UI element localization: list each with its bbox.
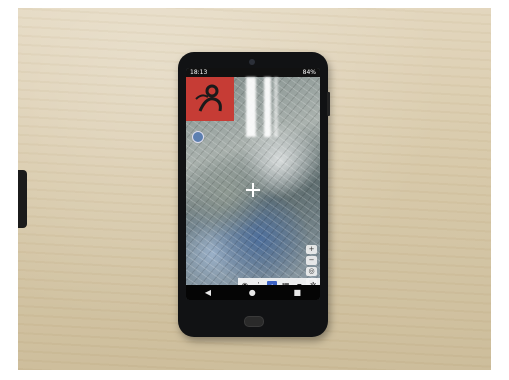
zoom-in-icon[interactable]: + xyxy=(306,245,317,254)
smartphone: 18:13 84% + − ◎ ≡ ◉ ⋮ ▴ ▦ ▪ xyxy=(178,52,330,337)
dancer-logo-icon xyxy=(195,84,222,112)
red-icon-tile xyxy=(186,77,234,121)
locate-icon[interactable]: ◎ xyxy=(306,267,317,276)
phone-side-button xyxy=(327,92,330,116)
dark-object-edge xyxy=(18,170,27,228)
screen-glare xyxy=(246,77,256,137)
status-battery: 84% xyxy=(302,69,316,76)
front-camera xyxy=(249,59,255,65)
android-nav-bar: ◀ ● ■ xyxy=(186,285,320,300)
phone-screen: 18:13 84% + − ◎ ≡ ◉ ⋮ ▴ ▦ ▪ xyxy=(186,68,320,300)
crosshair-icon xyxy=(246,183,260,197)
compass-icon[interactable] xyxy=(192,131,204,143)
photo-background: 18:13 84% + − ◎ ≡ ◉ ⋮ ▴ ▦ ▪ xyxy=(18,8,491,370)
back-button[interactable]: ◀ xyxy=(205,288,211,297)
home-nav-button[interactable]: ● xyxy=(249,288,256,297)
screen-glare xyxy=(264,77,271,137)
zoom-out-icon[interactable]: − xyxy=(306,256,317,265)
screen-glare xyxy=(274,77,278,137)
physical-home-button[interactable] xyxy=(244,316,264,327)
status-bar: 18:13 84% xyxy=(186,68,320,77)
status-time: 18:13 xyxy=(190,69,208,76)
recents-button[interactable]: ■ xyxy=(294,288,302,297)
